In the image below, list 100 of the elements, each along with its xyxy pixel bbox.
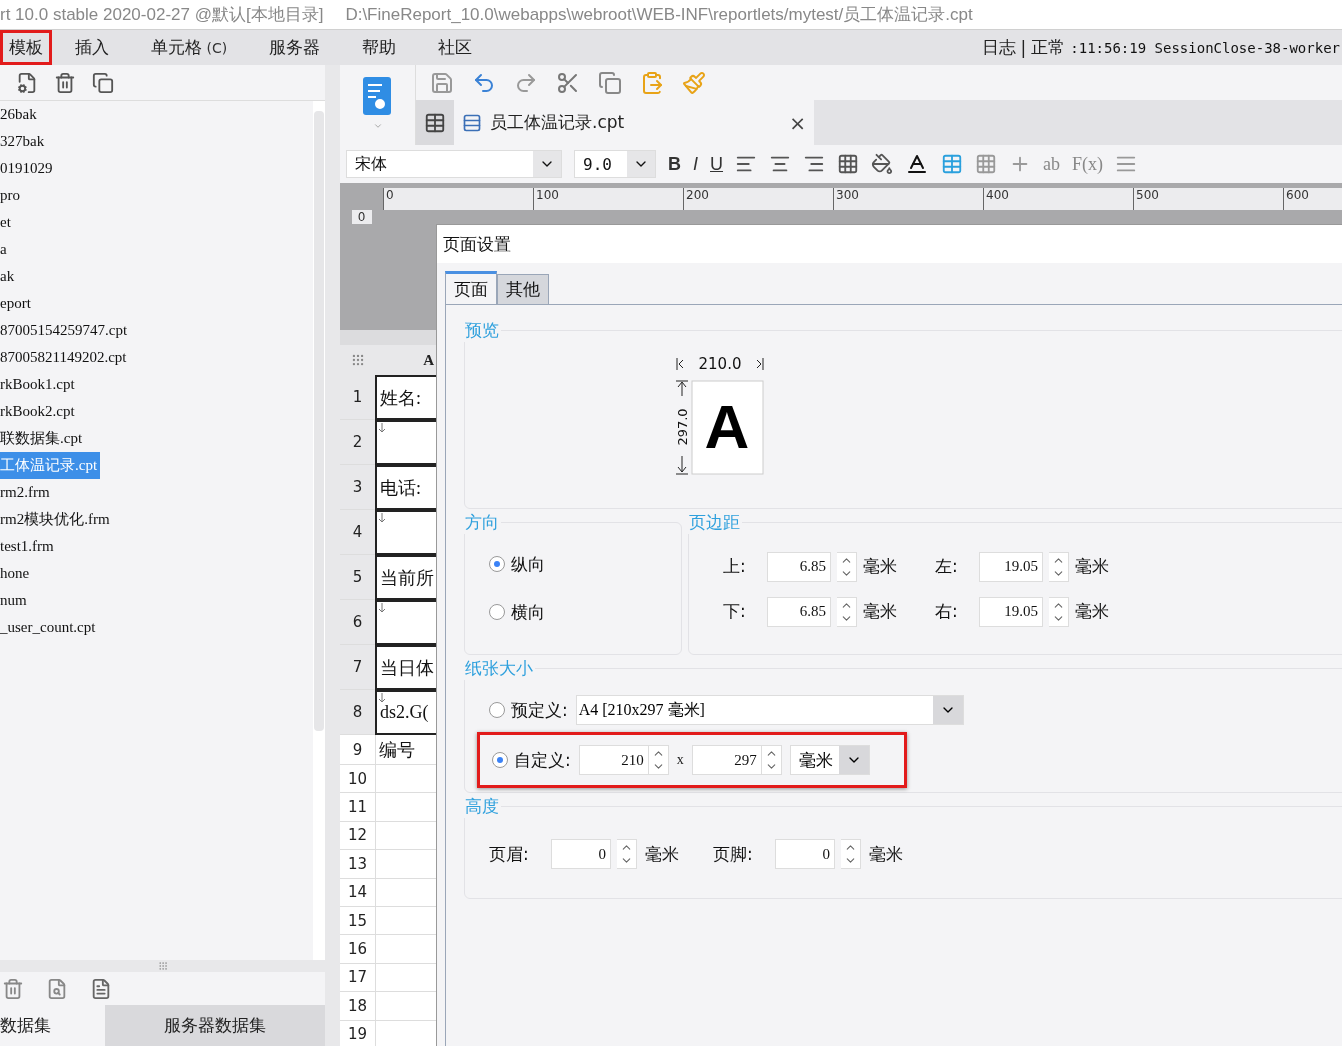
dialog-tab[interactable]: 页面 — [445, 271, 497, 304]
file-item[interactable]: 26bak — [0, 101, 40, 128]
cut-icon[interactable] — [556, 70, 580, 95]
log-link[interactable]: 日志 — [981, 36, 1016, 59]
number-field[interactable]: 19.05 — [979, 596, 1043, 627]
spinner-button[interactable] — [837, 596, 857, 627]
file-item[interactable]: hone — [0, 560, 33, 587]
format-button[interactable]: I — [693, 153, 698, 175]
dropdown-button[interactable] — [627, 151, 655, 177]
spinner-button[interactable] — [837, 551, 857, 582]
spinner-button[interactable] — [841, 839, 861, 869]
edit-file-icon[interactable] — [90, 977, 112, 1000]
font-color-icon[interactable] — [905, 152, 929, 176]
copy-icon[interactable] — [598, 70, 622, 95]
file-item[interactable]: rkBook1.cpt — [0, 371, 78, 398]
menu-item[interactable]: 服务器 — [260, 30, 330, 65]
ruler-mark: 0 — [351, 210, 372, 224]
format-button[interactable]: U — [710, 153, 723, 175]
number-field[interactable]: 19.05 — [979, 551, 1043, 582]
number-field[interactable]: 6.85 — [767, 596, 831, 627]
row-header[interactable]: 5 — [340, 555, 375, 600]
copy-icon[interactable] — [92, 71, 114, 94]
file-item[interactable]: ak — [0, 263, 18, 290]
number-field[interactable]: 210 — [578, 745, 649, 775]
file-tab[interactable]: 员工体温记录.cpt × — [454, 100, 814, 145]
page-preview-drawing: 210.0 A 297.0 — [675, 356, 765, 476]
file-item[interactable]: rkBook2.cpt — [0, 398, 78, 425]
border-icon[interactable] — [837, 153, 859, 175]
file-item[interactable]: rm2模块优化.frm — [0, 506, 113, 533]
file-item[interactable]: rm2.frm — [0, 479, 53, 506]
table-icon — [424, 111, 446, 134]
expand-arrow-icon — [378, 693, 386, 703]
column-header[interactable]: A — [375, 345, 436, 375]
file-item[interactable]: pro — [0, 182, 23, 209]
settings-file-icon[interactable] — [16, 71, 38, 94]
row-header[interactable]: 1 — [340, 375, 375, 420]
dropdown-button[interactable] — [932, 696, 963, 724]
file-item[interactable]: 联数据集.cpt — [0, 425, 86, 452]
radio-button[interactable] — [492, 752, 508, 768]
dropdown-button[interactable] — [838, 746, 869, 774]
file-item[interactable]: 0191029 — [0, 155, 56, 182]
menu-item[interactable]: 社区 — [429, 30, 482, 65]
grid-icon[interactable] — [975, 153, 997, 175]
radio-label: 纵向 — [511, 552, 545, 576]
spinner-button[interactable] — [1049, 551, 1069, 582]
font-size-select[interactable]: 9.0 — [574, 150, 656, 178]
file-item[interactable]: num — [0, 587, 30, 614]
format-button[interactable]: B — [668, 153, 681, 175]
menu-item[interactable]: 模板 — [0, 30, 52, 65]
file-item[interactable]: 327bak — [0, 128, 48, 155]
number-field[interactable]: 0 — [551, 839, 611, 869]
table-icon[interactable] — [941, 153, 963, 175]
paste-icon[interactable] — [640, 70, 664, 95]
save-icon[interactable] — [430, 70, 454, 95]
expand-arrow-icon — [378, 423, 386, 433]
spinner-button[interactable] — [648, 745, 669, 775]
unit-label: 毫米 — [863, 600, 898, 623]
number-field[interactable]: 0 — [775, 839, 835, 869]
number-field[interactable]: 6.85 — [767, 551, 831, 582]
row-header[interactable]: 2 — [340, 420, 375, 465]
file-item[interactable]: et — [0, 209, 14, 236]
spinner-button[interactable] — [617, 839, 637, 869]
new-sheet-button[interactable] — [416, 100, 454, 145]
radio-label: 自定义: — [514, 748, 571, 772]
row-header[interactable]: 4 — [340, 510, 375, 555]
section-title: 高度 — [464, 795, 500, 818]
spinner-button[interactable] — [1049, 596, 1069, 627]
menu-item[interactable]: 帮助 — [353, 30, 406, 65]
scrollbar-thumb[interactable] — [314, 111, 324, 731]
row-header[interactable]: 7 — [340, 645, 375, 690]
menu-item[interactable]: 插入 — [66, 30, 118, 65]
delete-icon[interactable] — [2, 977, 24, 1000]
unit-select[interactable]: 毫米 — [789, 745, 870, 775]
radio-button[interactable] — [489, 604, 505, 620]
file-item[interactable]: a — [0, 236, 10, 263]
section-title: 方向 — [464, 511, 500, 534]
brush-icon[interactable] — [682, 70, 706, 95]
row-header[interactable]: 6 — [340, 600, 375, 645]
file-item[interactable]: _user_count.cpt — [0, 614, 99, 641]
spinner-button[interactable] — [761, 745, 782, 775]
file-item[interactable]: 87005821149202.cpt — [0, 344, 130, 371]
file-item[interactable]: eport — [0, 290, 34, 317]
row-header[interactable]: 3 — [340, 465, 375, 510]
file-item[interactable]: 87005154259747.cpt — [0, 317, 131, 344]
radio-button[interactable] — [489, 702, 505, 718]
dataset-tab[interactable]: 服务器数据集 — [105, 1005, 325, 1046]
drag-handle-icon[interactable] — [157, 961, 168, 971]
close-button[interactable]: × — [789, 110, 806, 135]
number-field[interactable]: 297 — [691, 745, 762, 775]
paper-size-select[interactable]: A4 [210x297 毫米] — [575, 695, 964, 725]
preview-file-icon[interactable] — [46, 977, 68, 1000]
file-item[interactable]: test1.frm — [0, 533, 57, 560]
dropdown-button[interactable] — [533, 151, 561, 177]
delete-icon[interactable] — [54, 71, 76, 94]
menu-item[interactable]: 单元格 (C) — [142, 30, 237, 65]
dialog-tab[interactable]: 其他 — [497, 274, 549, 304]
row-header[interactable]: 8 — [340, 690, 375, 735]
fill-color-icon[interactable] — [871, 153, 893, 175]
radio-button[interactable] — [489, 556, 505, 572]
font-family-select[interactable]: 宋体 — [346, 150, 562, 178]
